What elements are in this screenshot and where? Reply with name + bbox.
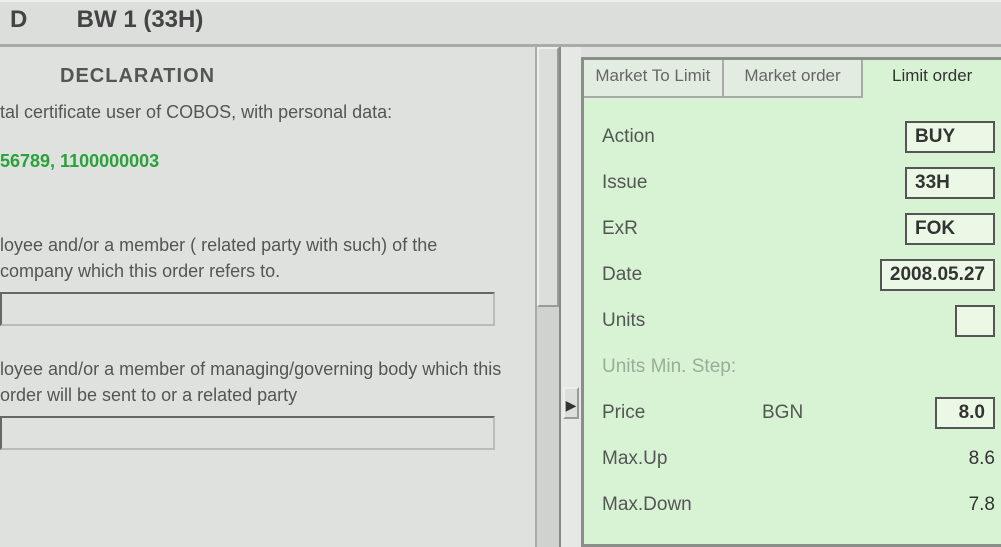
row-maxup: Max.Up 8.6 bbox=[602, 442, 995, 476]
label-maxdown: Max.Down bbox=[602, 494, 762, 516]
label-units-step: Units Min. Step: bbox=[602, 356, 736, 378]
order-tabs: Market To Limit Market order Limit order bbox=[584, 60, 1001, 98]
label-maxup: Max.Up bbox=[602, 448, 762, 470]
label-units: Units bbox=[602, 310, 762, 332]
title-right: BW 1 (33H) bbox=[77, 6, 204, 33]
declaration-pane: DECLARATION tal certificate user of COBO… bbox=[0, 47, 535, 547]
declaration-para-2: loyee and/or a member of managing/govern… bbox=[0, 356, 515, 408]
tab-market-to-limit[interactable]: Market To Limit bbox=[584, 60, 724, 96]
value-maxup: 8.6 bbox=[925, 448, 995, 470]
declaration-personal-data: 56789, 1100000003 bbox=[0, 151, 515, 172]
row-action: Action BUY bbox=[602, 120, 995, 154]
splitter: ▶ bbox=[561, 47, 581, 547]
label-issue: Issue bbox=[602, 172, 762, 194]
label-date: Date bbox=[602, 264, 762, 286]
collapse-right-icon[interactable]: ▶ bbox=[563, 387, 579, 419]
declaration-para-1: loyee and/or a member ( related party wi… bbox=[0, 232, 515, 284]
order-fields: Action BUY Issue 33H ExR FOK Date 2008.0… bbox=[584, 120, 1001, 522]
title-bar: D BW 1 (33H) bbox=[0, 0, 1001, 47]
input-date[interactable]: 2008.05.27 bbox=[880, 259, 995, 291]
declaration-input-1[interactable] bbox=[0, 292, 495, 326]
row-exr: ExR FOK bbox=[602, 212, 995, 246]
row-date: Date 2008.05.27 bbox=[602, 258, 995, 292]
row-issue: Issue 33H bbox=[602, 166, 995, 200]
row-units-step: Units Min. Step: bbox=[602, 350, 995, 384]
label-currency: BGN bbox=[762, 402, 832, 424]
tab-market-order[interactable]: Market order bbox=[724, 60, 864, 96]
input-price[interactable]: 8.0 bbox=[935, 397, 995, 429]
label-price: Price bbox=[602, 402, 762, 424]
vertical-scrollbar[interactable] bbox=[535, 47, 561, 547]
declaration-intro: tal certificate user of COBOS, with pers… bbox=[0, 102, 515, 123]
label-action: Action bbox=[602, 126, 762, 148]
scrollbar-thumb[interactable] bbox=[537, 47, 559, 307]
declaration-input-2[interactable] bbox=[0, 416, 495, 450]
row-maxdown: Max.Down 7.8 bbox=[602, 488, 995, 522]
declaration-heading: DECLARATION bbox=[60, 65, 515, 88]
row-units: Units bbox=[602, 304, 995, 338]
input-units[interactable] bbox=[955, 305, 995, 337]
order-panel: Market To Limit Market order Limit order… bbox=[581, 57, 1001, 547]
main: DECLARATION tal certificate user of COBO… bbox=[0, 47, 1001, 547]
tab-limit-order[interactable]: Limit order bbox=[863, 60, 1001, 98]
value-maxdown: 7.8 bbox=[925, 494, 995, 516]
row-price: Price BGN 8.0 bbox=[602, 396, 995, 430]
input-issue[interactable]: 33H bbox=[905, 167, 995, 199]
label-exr: ExR bbox=[602, 218, 762, 240]
select-exr[interactable]: FOK bbox=[905, 213, 995, 245]
select-action[interactable]: BUY bbox=[905, 121, 995, 153]
title-left: D bbox=[10, 6, 70, 34]
